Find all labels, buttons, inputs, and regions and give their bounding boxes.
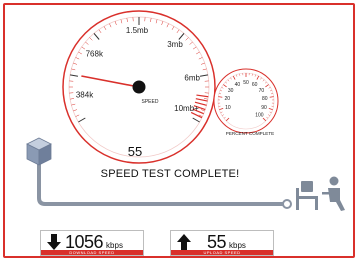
upload-speed-unit: kbps [229, 241, 246, 250]
upload-speed-box: 55 kbps UPLOAD SPEED [170, 230, 274, 256]
status-message: SPEED TEST COMPLETE! [100, 168, 240, 180]
percent-gauge-label: 70 [259, 88, 265, 94]
percent-gauge-label: 80 [262, 96, 268, 102]
percent-gauge-label: 20 [224, 96, 230, 102]
speed-reading: 55 [127, 144, 143, 159]
speedometer-label: 384k [76, 91, 94, 100]
speedometer-caption: SPEED [142, 99, 159, 105]
percent-gauge: 10 20 3040 50 6070 80 90100 PERCENT COMPLETE [213, 68, 279, 136]
percent-gauge-label: 10 [225, 105, 231, 111]
needle-hub [132, 80, 146, 94]
download-speed-label: DOWNLOAD SPEED [41, 250, 143, 255]
percent-gauge-label: 30 [228, 88, 234, 94]
upload-speed-label: UPLOAD SPEED [171, 250, 273, 255]
percent-gauge-label: 50 [243, 80, 249, 86]
server-cube-icon [26, 137, 52, 166]
speedometer-label: 10mb+ [174, 104, 199, 113]
percent-gauge-label: 40 [235, 82, 241, 88]
download-speed-value: 1056 [65, 232, 104, 252]
percent-gauge-label: 60 [252, 82, 258, 88]
speedometer-label: 768k [86, 49, 104, 58]
connection-endpoint [282, 199, 292, 209]
percent-gauge-caption: PERCENT COMPLETE [226, 131, 274, 136]
percent-gauge-label: 100 [255, 112, 264, 118]
arrow-down-icon [47, 234, 61, 250]
upload-speed-value: 55 [207, 232, 227, 252]
percent-gauge-label: 90 [261, 105, 267, 111]
speed-test-graphics: 384k768k1.5mb3mb6mb10mb+ SPEED 10203040 5… [26, 10, 345, 211]
download-speed-box: 1056 kbps DOWNLOAD SPEED [40, 230, 144, 256]
speedometer-label: 6mb [184, 74, 200, 83]
user-at-desk-icon [296, 176, 345, 211]
arrow-up-icon [177, 234, 191, 250]
speedometer-label: 3mb [167, 40, 183, 49]
speedometer: 384k 768k 1.5mb 3mb 6mb 10mb+ SPEED [62, 10, 216, 164]
speedometer-label: 1.5mb [126, 26, 149, 35]
download-speed-unit: kbps [106, 241, 123, 250]
